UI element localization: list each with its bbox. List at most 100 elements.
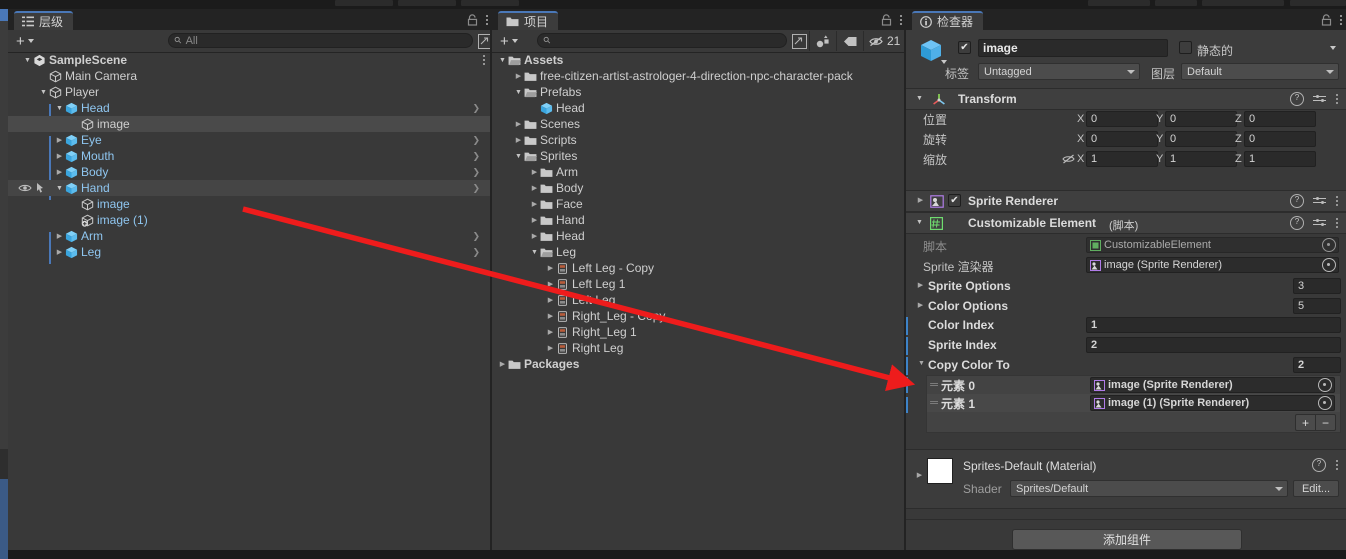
chevron-down-icon[interactable]: ▼ [54,105,65,112]
project-item-right-leg-copy[interactable]: ▶ Right_Leg - Copy [492,308,906,324]
project-item-arm[interactable]: ▶ Arm [492,164,906,180]
project-item-head[interactable]: ▶Head [492,228,906,244]
project-search-expand-icon[interactable] [792,34,807,49]
tab-inspector[interactable]: 检查器 [912,11,984,30]
color-index-input[interactable]: 1 [1086,317,1341,333]
toolbar-button[interactable] [461,0,519,6]
chevron-right-icon[interactable]: ▶ [545,265,556,272]
project-item-packages[interactable]: ▶ Packages [492,356,906,372]
hierarchy-item-hand[interactable]: ▼ Hand ❯ [8,180,492,196]
add-component-button[interactable]: 添加组件 [1012,529,1242,550]
chevron-right-icon[interactable]: ❯ [472,247,480,258]
color-options-chevron-icon[interactable]: ▶ [915,302,926,309]
chevron-right-icon[interactable]: ▶ [545,281,556,288]
sprite-renderer-enabled-checkbox[interactable]: ✔ [948,194,961,207]
chevron-down-icon[interactable]: ▼ [914,219,925,226]
chevron-right-icon[interactable]: ▶ [54,169,65,176]
lock-icon[interactable] [467,13,478,26]
customizable-element-header[interactable]: ▼ Customizable Element (脚本) ? [906,212,1346,234]
hierarchy-add-button[interactable]: + [8,32,40,50]
chevron-right-icon[interactable]: ❯ [472,167,480,178]
chevron-down-icon[interactable]: ▼ [513,89,524,96]
sprite-options-chevron-icon[interactable]: ▶ [915,282,926,289]
sprite-renderer-objectfield[interactable]: image (Sprite Renderer) [1086,257,1339,273]
object-picker-icon[interactable] [1318,378,1332,392]
project-item-left-leg[interactable]: ▶ Left Leg [492,292,906,308]
project-item-head[interactable]: ▶Head [492,100,906,116]
hierarchy-item-samplescene[interactable]: ▼ SampleScene [8,52,492,68]
copy-color-to-chevron-icon[interactable]: ▼ [916,360,927,367]
hierarchy-item-image[interactable]: ▶image [8,196,492,212]
chevron-right-icon[interactable]: ❯ [472,151,480,162]
object-picker-icon[interactable] [1322,238,1336,252]
hierarchy-search-input[interactable]: ⚲ All [168,33,473,48]
element-objectfield[interactable]: image (1) (Sprite Renderer) [1090,395,1335,411]
object-icon-dropdown-icon[interactable] [941,60,947,64]
tab-hierarchy[interactable]: 层级 [14,11,74,30]
hierarchy-item-body[interactable]: ▶ Body ❯ [8,164,492,180]
shader-edit-button[interactable]: Edit... [1293,480,1339,497]
visibility-toggle-icon[interactable] [18,182,32,196]
drag-handle-icon[interactable]: ═ [927,379,941,391]
project-search-input[interactable]: ⚲ [537,33,787,48]
chevron-down-icon[interactable]: ▼ [22,57,33,64]
transform-缩放-Z-input[interactable]: 1 [1244,151,1316,167]
help-icon[interactable]: ? [1290,216,1304,230]
hierarchy-item-eye[interactable]: ▶ Eye ❯ [8,132,492,148]
preset-icon[interactable] [1313,218,1326,229]
chevron-right-icon[interactable]: ❯ [472,183,480,194]
chevron-down-icon[interactable]: ▼ [38,89,49,96]
transform-旋转-X-input[interactable]: 0 [1086,131,1158,147]
hierarchy-item-player[interactable]: ▼ Player [8,84,492,100]
toolbar-button[interactable] [1202,0,1284,6]
drag-handle-icon[interactable]: ═ [927,397,941,409]
copy-color-to-element-row[interactable]: ═ 元素 1 image (1) (Sprite Renderer) [927,394,1340,412]
toolbar-button[interactable] [1290,0,1346,6]
pickability-toggle-icon[interactable] [35,182,47,196]
chevron-right-icon[interactable]: ▶ [54,249,65,256]
chevron-right-icon[interactable]: ▶ [529,201,540,208]
object-picker-icon[interactable] [1318,396,1332,410]
chevron-down-icon[interactable]: ▼ [529,249,540,256]
sprite-renderer-menu-icon[interactable] [1335,195,1338,208]
chevron-right-icon[interactable]: ❯ [472,135,480,146]
object-enabled-checkbox[interactable]: ✔ [958,41,971,54]
sprite-options-size-input[interactable]: 3 [1293,278,1341,294]
chevron-right-icon[interactable]: ▶ [513,121,524,128]
chevron-right-icon[interactable]: ❯ [472,231,480,242]
hidden-count-icon[interactable] [869,36,885,47]
material-chevron-icon[interactable]: ▶ [914,472,925,479]
chevron-down-icon[interactable]: ▼ [497,57,508,64]
lock-icon[interactable] [881,13,892,26]
chevron-down-icon[interactable]: ▼ [914,95,925,102]
help-icon[interactable]: ? [1290,194,1304,208]
project-item-assets[interactable]: ▼ Assets [492,52,906,68]
project-item-body[interactable]: ▶ Body [492,180,906,196]
transform-旋转-Z-input[interactable]: 0 [1244,131,1316,147]
help-icon[interactable]: ? [1312,458,1326,472]
transform-位置-Y-input[interactable]: 0 [1165,111,1237,127]
static-checkbox[interactable]: ✔ [1179,41,1192,54]
chevron-right-icon[interactable]: ▶ [529,169,540,176]
toolbar-button[interactable] [335,0,393,6]
scale-link-icon[interactable] [1062,153,1075,167]
chevron-right-icon[interactable]: ▶ [529,233,540,240]
transform-位置-Z-input[interactable]: 0 [1244,111,1316,127]
project-item-right-leg-1[interactable]: ▶ Right_Leg 1 [492,324,906,340]
color-options-size-input[interactable]: 5 [1293,298,1341,314]
project-add-button[interactable]: + [492,32,524,50]
chevron-right-icon[interactable]: ▶ [529,185,540,192]
array-add-button[interactable]: + [1295,414,1316,431]
tag-dropdown[interactable]: Untagged [978,63,1140,80]
transform-旋转-Y-input[interactable]: 0 [1165,131,1237,147]
tab-project[interactable]: 项目 [498,11,559,30]
chevron-right-icon[interactable]: ▶ [54,233,65,240]
array-remove-button[interactable]: − [1316,414,1336,431]
object-picker-icon[interactable] [1322,258,1336,272]
transform-menu-icon[interactable] [1335,93,1338,106]
chevron-right-icon[interactable]: ▶ [529,217,540,224]
inspector-menu-icon[interactable] [1339,13,1342,26]
project-item-scripts[interactable]: ▶ Scripts [492,132,906,148]
chevron-right-icon[interactable]: ▶ [915,197,926,204]
project-item-sprites[interactable]: ▼ Sprites [492,148,906,164]
